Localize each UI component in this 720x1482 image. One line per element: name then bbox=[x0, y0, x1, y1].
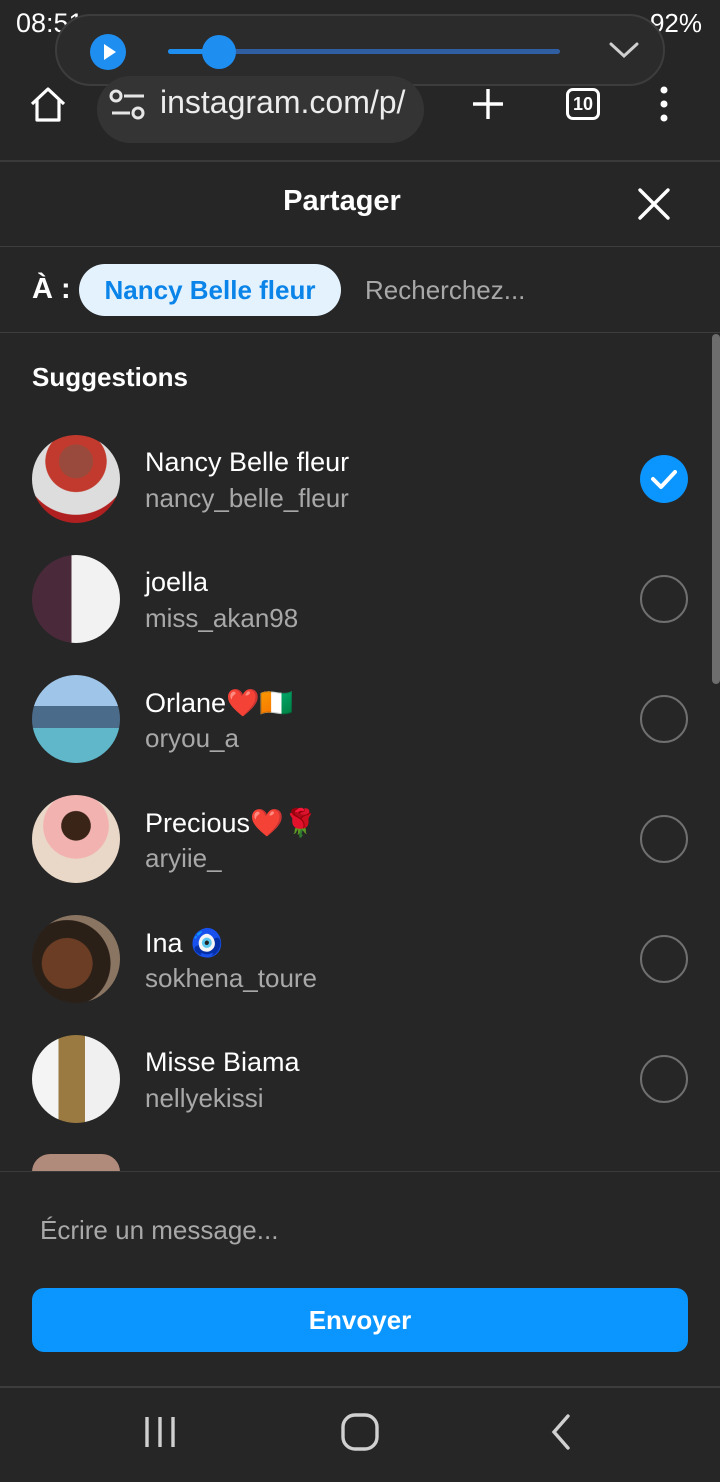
contact-name: joella bbox=[145, 567, 209, 597]
contact-username: oryou_a bbox=[145, 723, 239, 753]
contact-name: Nancy Belle fleur bbox=[145, 447, 350, 477]
media-progress-handle[interactable] bbox=[202, 35, 236, 69]
scrollbar[interactable] bbox=[712, 334, 720, 684]
home-icon[interactable] bbox=[28, 84, 68, 129]
avatar bbox=[32, 795, 120, 883]
divider bbox=[0, 246, 720, 247]
send-button[interactable]: Envoyer bbox=[32, 1288, 688, 1352]
list-item[interactable]: Nancy Belle fleur nancy_belle_fleur bbox=[0, 420, 705, 540]
contact-username: aryiie_ bbox=[145, 843, 222, 873]
select-toggle[interactable] bbox=[640, 455, 688, 503]
contact-name: Ina 🧿 bbox=[145, 928, 224, 958]
list-item[interactable]: joella miss_akan98 bbox=[0, 540, 705, 660]
select-toggle[interactable] bbox=[640, 695, 688, 743]
divider bbox=[0, 160, 720, 162]
search-input[interactable] bbox=[365, 270, 695, 310]
select-toggle[interactable] bbox=[640, 935, 688, 983]
avatar bbox=[32, 915, 120, 1003]
list-item[interactable]: Orlane❤️🇨🇮 oryou_a bbox=[0, 660, 705, 780]
recents-icon[interactable] bbox=[142, 1414, 178, 1455]
contact-username: sokhena_toure bbox=[145, 963, 318, 993]
more-vert-icon[interactable] bbox=[652, 86, 676, 127]
contact-username: nancy_belle_fleur bbox=[145, 483, 349, 513]
play-icon[interactable] bbox=[90, 34, 126, 70]
composer-area bbox=[0, 1171, 720, 1387]
suggestions-heading: Suggestions bbox=[32, 362, 189, 392]
list-item[interactable]: Misse Biama nellyekissi bbox=[0, 1020, 705, 1140]
contact-name: Precious❤️🌹 bbox=[145, 808, 318, 838]
plus-icon[interactable] bbox=[470, 86, 506, 127]
check-icon bbox=[651, 470, 677, 489]
close-icon[interactable] bbox=[636, 186, 672, 227]
back-icon[interactable] bbox=[546, 1412, 576, 1457]
contact-username: miss_akan98 bbox=[145, 603, 299, 633]
site-settings-icon[interactable] bbox=[108, 88, 148, 127]
avatar bbox=[32, 675, 120, 763]
selected-recipient-chip[interactable]: Nancy Belle fleur bbox=[79, 264, 341, 316]
divider bbox=[0, 332, 720, 333]
page-title: Partager bbox=[283, 185, 401, 217]
to-label: À : bbox=[32, 273, 71, 305]
url-text[interactable]: instagram.com/p/ bbox=[160, 84, 410, 121]
avatar bbox=[32, 1035, 120, 1123]
list-item[interactable]: Ina 🧿 sokhena_toure bbox=[0, 900, 705, 1020]
chevron-down-icon[interactable] bbox=[606, 36, 642, 71]
avatar bbox=[32, 1154, 120, 1172]
select-toggle[interactable] bbox=[640, 1055, 688, 1103]
avatar bbox=[32, 435, 120, 523]
tabs-icon[interactable]: 10 bbox=[566, 88, 600, 120]
select-toggle[interactable] bbox=[640, 815, 688, 863]
select-toggle[interactable] bbox=[640, 575, 688, 623]
contact-username: nellyekissi bbox=[145, 1083, 264, 1113]
contact-name: Orlane❤️🇨🇮 bbox=[145, 688, 294, 718]
avatar bbox=[32, 555, 120, 643]
message-input[interactable] bbox=[40, 1210, 680, 1250]
contact-name: Misse Biama bbox=[145, 1047, 300, 1077]
list-item[interactable]: Precious❤️🌹 aryiie_ bbox=[0, 780, 705, 900]
home-nav-icon[interactable] bbox=[340, 1412, 380, 1457]
